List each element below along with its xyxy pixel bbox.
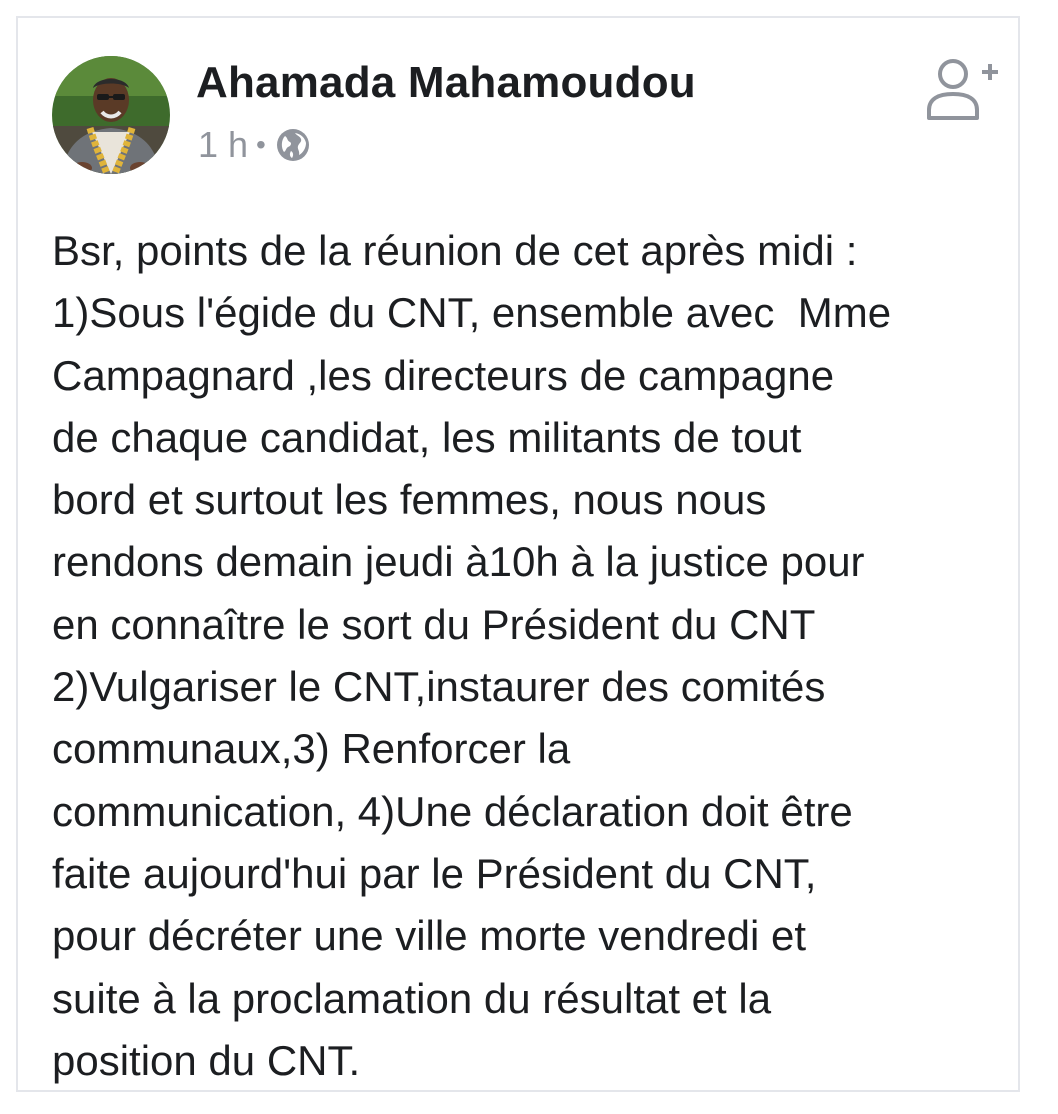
post-text-line: 1)Sous l'égide du CNT, ensemble avec Mme — [52, 289, 892, 337]
post-text-line: suite à la proclamation du résultat et l… — [52, 974, 772, 1022]
post-text-line: Bsr, points de la réunion de cet après m… — [52, 227, 858, 274]
post-text-line: pour décréter une ville morte vendredi e… — [52, 912, 807, 960]
post-text-line: Campagnard ,les directeurs de campagne — [52, 351, 835, 399]
globe-icon[interactable] — [276, 128, 310, 162]
post-card: Ahamada Mahamoudou 1 h • Bsr, points de … — [16, 16, 1020, 1092]
post-body: Bsr, points de la réunion de cet après m… — [52, 220, 1002, 1092]
post-text-line: 2)Vulgariser le CNT,instaurer des comité… — [52, 663, 826, 711]
post-meta: 1 h • — [198, 122, 310, 168]
post-text-line: communication, 4)Une déclaration doit êt… — [52, 787, 853, 835]
avatar[interactable] — [52, 56, 170, 174]
post-text-line: position du CNT. — [52, 1036, 361, 1084]
post-text-line: faite aujourd'hui par le Président du CN… — [52, 849, 817, 897]
add-friend-icon[interactable] — [920, 48, 1002, 130]
post-text-line: rendons demain jeudi à10h à la justice p… — [52, 538, 865, 586]
avatar-photo — [52, 56, 170, 174]
post-text-line: en connaître le sort du Président du CNT — [52, 600, 816, 648]
meta-separator: • — [256, 129, 266, 160]
post-text-line: communaux,3) Renforcer la — [52, 725, 571, 773]
post-text-line: bord et surtout les femmes, nous nous — [52, 476, 767, 524]
post-text-line: de chaque candidat, les militants de tou… — [52, 413, 802, 461]
post-timestamp[interactable]: 1 h — [198, 124, 248, 166]
author-name[interactable]: Ahamada Mahamoudou — [196, 58, 696, 108]
